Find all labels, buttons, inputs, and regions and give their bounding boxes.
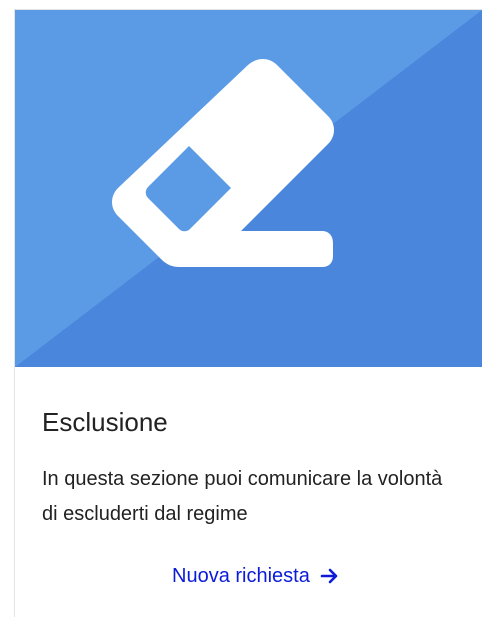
arrow-right-icon: [320, 568, 338, 584]
card-body: Esclusione In questa sezione puoi comuni…: [15, 367, 482, 617]
card-hero-image: [15, 10, 482, 367]
new-request-label: Nuova richiesta: [172, 565, 310, 587]
card-title: Esclusione: [42, 407, 168, 437]
new-request-link[interactable]: Nuova richiesta: [172, 562, 340, 590]
eraser-icon: [112, 59, 334, 267]
card-description: In questa sezione puoi comunicare la vol…: [42, 468, 443, 525]
exclusion-card: Esclusione In questa sezione puoi comuni…: [15, 10, 482, 617]
